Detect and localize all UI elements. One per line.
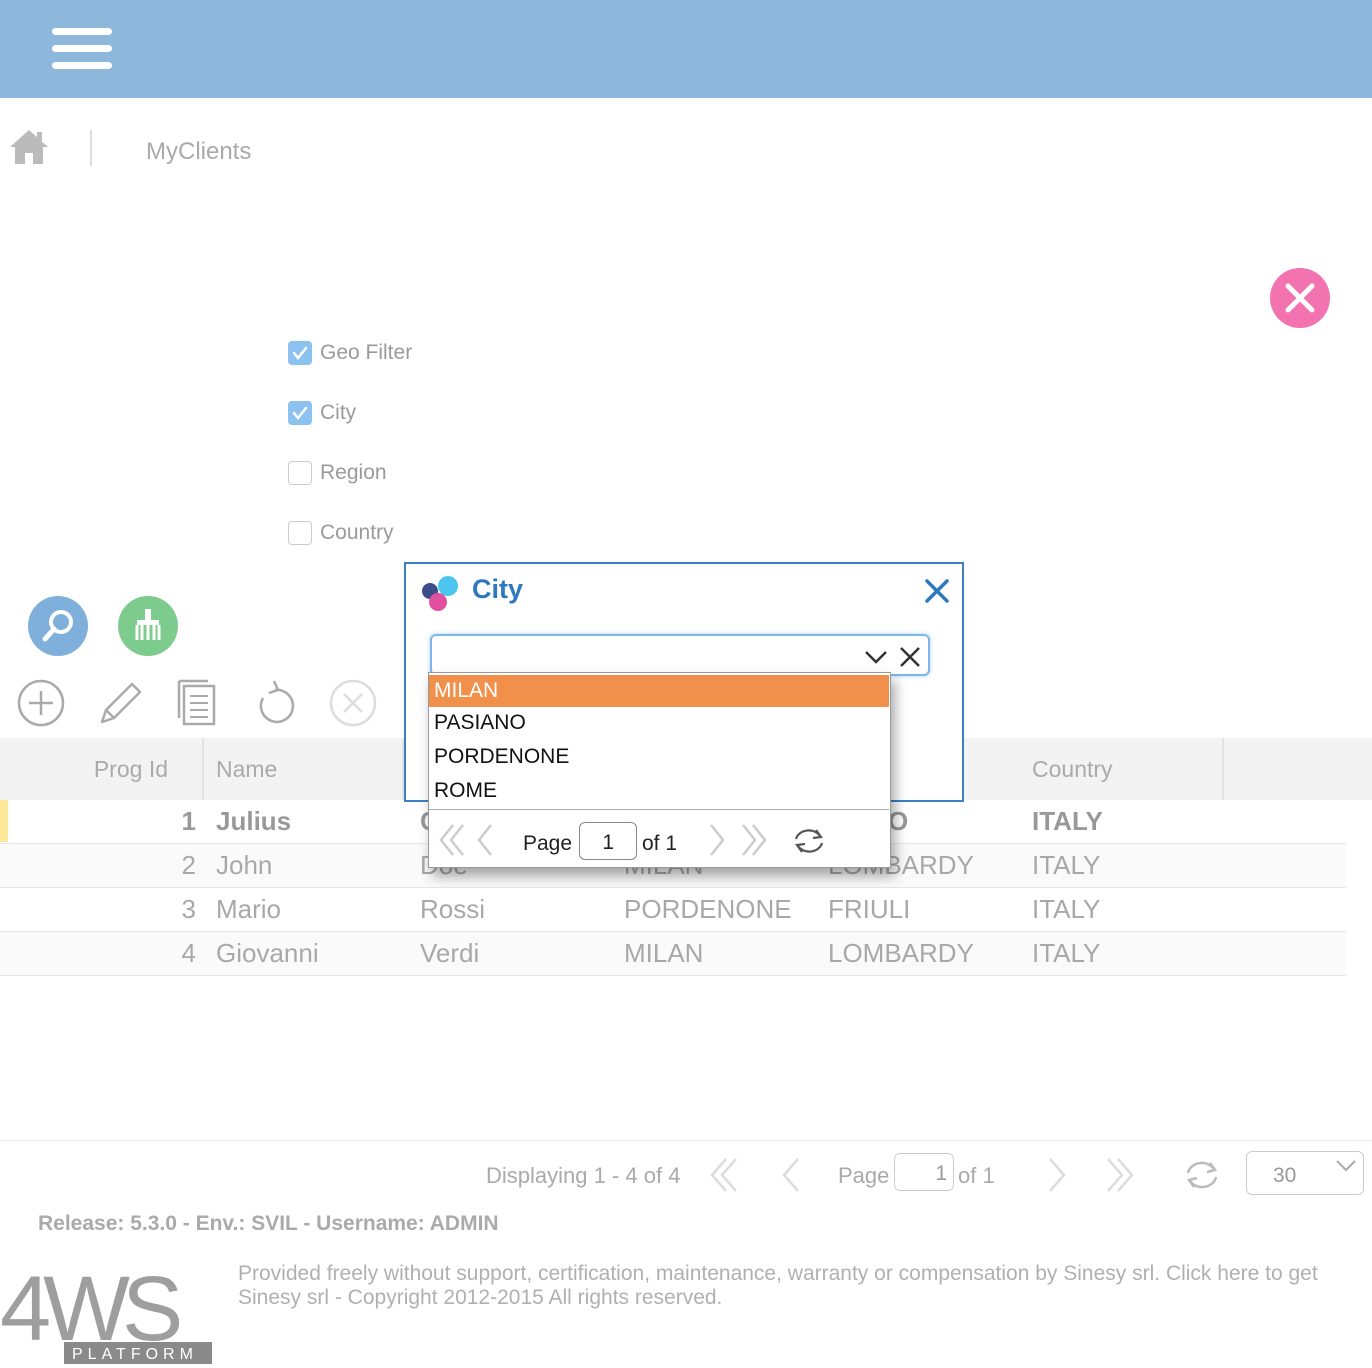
prev-page-icon[interactable] [772,1155,812,1195]
city-label: City [320,401,357,424]
footer-notice-line-2: Sinesy srl - Copyright 2012-2015 All rig… [238,1286,723,1309]
chevron-down-icon[interactable] [862,643,890,671]
top-bar [0,0,1372,98]
last-page-icon[interactable] [1100,1155,1140,1195]
city-checkbox[interactable]: City [288,400,356,426]
cell-city: PORDENONE [624,894,792,924]
last-page-icon[interactable] [737,822,771,858]
page-number-input[interactable]: 1 [894,1153,954,1191]
cell-region: LOMBARDY [828,938,974,968]
column-header-name[interactable]: Name [204,738,404,800]
page-size-select[interactable]: 30 [1246,1151,1364,1195]
displaying-text: Displaying 1 - 4 of 4 [486,1163,681,1188]
column-header-country[interactable]: Country [1018,738,1224,800]
cell-city: MILAN [624,938,704,968]
edit-icon[interactable] [94,678,144,728]
cell-prog-id: 1 [181,806,196,836]
city-combobox[interactable] [430,634,930,676]
option-pordenone[interactable]: PORDENONE [429,741,889,773]
footer-notice-line-1[interactable]: Provided freely without support, certifi… [238,1262,1372,1286]
city-dropdown-list: MILAN PASIANO PORDENONE ROME Page 1 of 1 [428,672,891,868]
cell-surname: Rossi [420,894,486,924]
footer-notice[interactable]: Provided freely without support, certifi… [238,1262,1372,1310]
next-page-icon[interactable] [1036,1155,1076,1195]
cell-prog-id: 2 [181,850,196,880]
table-row[interactable]: 4 Giovanni Verdi MILAN LOMBARDY ITALY [0,932,1346,976]
search-icon [42,610,73,642]
cell-prog-id: 3 [181,894,196,924]
svg-text:PLATFORM: PLATFORM [72,1346,198,1363]
table-row[interactable]: 3 Mario Rossi PORDENONE FRIULI ITALY [0,888,1346,932]
region-checkbox[interactable]: Region [288,460,387,486]
geo-filter-checkbox[interactable]: Geo Filter [288,340,412,366]
checkbox-checked-icon[interactable] [288,401,312,425]
delete-icon [329,679,377,727]
region-label: Region [320,461,387,484]
first-page-icon[interactable] [435,822,469,858]
copy-icon[interactable] [172,678,222,728]
close-icon[interactable] [922,576,952,606]
release-info: Release: 5.3.0 - Env.: SVIL - Username: … [38,1212,499,1235]
city-search-input[interactable] [438,640,858,670]
cell-name: Giovanni [216,938,319,968]
close-icon [1285,283,1315,313]
page-of-label: of 1 [958,1163,995,1188]
reload-icon[interactable] [250,678,300,728]
first-page-icon[interactable] [704,1155,744,1195]
clear-icon[interactable] [896,643,924,671]
home-icon[interactable] [8,126,50,168]
hamburger-menu-icon[interactable] [52,28,112,70]
add-icon[interactable] [16,678,66,728]
option-rome[interactable]: ROME [429,775,889,807]
cell-region: FRIULI [828,894,911,924]
geo-filter-label: Geo Filter [320,341,413,364]
country-checkbox[interactable]: Country [288,520,394,546]
checkbox-unchecked-icon[interactable] [288,521,312,545]
country-label: Country [320,521,394,544]
close-form-button[interactable] [1270,268,1330,328]
breadcrumb-separator [90,130,92,166]
next-page-icon[interactable] [705,822,731,858]
broom-icon [135,609,161,640]
grid-pager: Displaying 1 - 4 of 4 Page 1 of 1 30 [0,1140,1372,1212]
cell-prog-id: 4 [181,938,196,968]
cell-name: Mario [216,894,282,924]
cell-surname: Verdi [420,938,480,968]
chevron-down-icon [1336,1160,1356,1172]
search-button[interactable] [28,596,88,656]
option-pasiano[interactable]: PASIANO [429,707,889,739]
refresh-icon[interactable] [1180,1155,1224,1195]
cell-name: Julius [216,806,292,836]
breadcrumb-current[interactable]: MyClients [146,138,251,166]
dialog-title: City [472,574,524,604]
4ws-platform-logo: 4WS PLATFORM [0,1258,212,1366]
selected-row-marker [0,800,8,842]
cell-country: ITALY [1032,938,1101,968]
cell-region: O [888,806,909,836]
option-milan[interactable]: MILAN [429,675,889,707]
prev-page-icon[interactable] [471,822,497,858]
checkbox-checked-icon[interactable] [288,341,312,365]
page-size-value: 30 [1273,1164,1297,1187]
column-header-prog-id[interactable]: Prog Id [0,738,204,800]
cell-country: ITALY [1032,850,1101,880]
page-label: Page [838,1163,890,1188]
dropdown-pager: Page 1 of 1 [429,809,889,867]
checkbox-unchecked-icon[interactable] [288,461,312,485]
cell-country: ITALY [1032,806,1103,836]
app-logo-icon [422,576,458,611]
refresh-icon[interactable] [789,824,829,858]
cell-name: John [216,850,273,880]
dropdown-page-label: Page [523,832,573,855]
cell-country: ITALY [1032,894,1101,924]
dropdown-page-of-label: of 1 [642,832,678,855]
clear-filters-button[interactable] [118,596,178,656]
dropdown-page-input[interactable]: 1 [579,822,637,860]
